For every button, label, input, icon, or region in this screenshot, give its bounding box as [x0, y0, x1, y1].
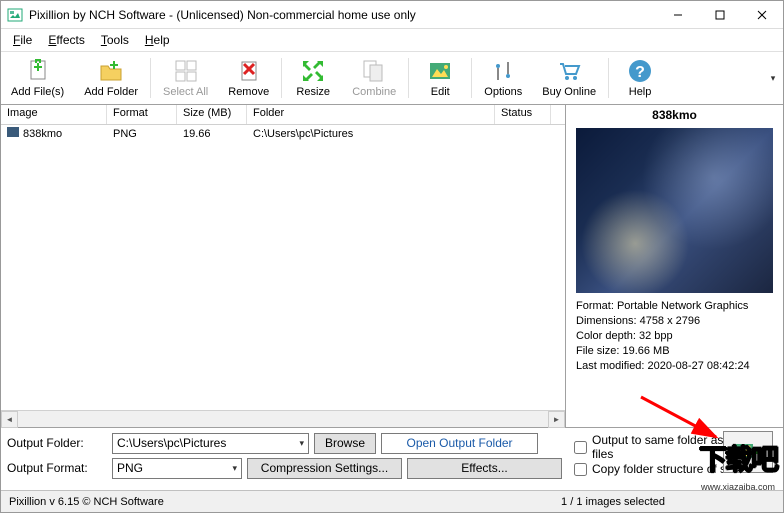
scroll-right-arrow[interactable]: ► [548, 411, 565, 428]
cart-icon [556, 58, 582, 84]
buy-online-button[interactable]: Buy Online [532, 52, 606, 104]
output-folder-label: Output Folder: [7, 436, 112, 450]
maximize-button[interactable] [699, 1, 741, 29]
window-title: Pixillion by NCH Software - (Unlicensed)… [29, 8, 657, 22]
statusbar: Pixillion v 6.15 © NCH Software 1 / 1 im… [1, 490, 783, 512]
compression-settings-button[interactable]: Compression Settings... [247, 458, 402, 479]
options-button[interactable]: Options [474, 52, 532, 104]
options-icon [490, 58, 516, 84]
open-output-folder-button[interactable]: Open Output Folder [381, 433, 538, 454]
col-folder[interactable]: Folder [247, 105, 495, 124]
meta-dimensions: Dimensions: 4758 x 2796 [576, 314, 773, 329]
minimize-button[interactable] [657, 1, 699, 29]
preview-filename: 838kmo [566, 105, 783, 128]
menu-help[interactable]: Help [137, 31, 178, 49]
svg-text:?: ? [635, 64, 645, 81]
toolbar: Add File(s) Add Folder Select All Remove… [1, 51, 783, 105]
menu-file[interactable]: File [5, 31, 40, 49]
remove-icon [236, 58, 262, 84]
add-folder-label: Add Folder [84, 86, 138, 98]
add-folder-icon [98, 58, 124, 84]
meta-depth: Color depth: 32 bpp [576, 329, 773, 344]
combine-icon [361, 58, 387, 84]
same-folder-checkbox[interactable] [574, 441, 587, 454]
app-icon [7, 7, 23, 23]
toolbar-separator [150, 58, 151, 98]
output-folder-value: C:\Users\pc\Pictures [117, 436, 226, 450]
toolbar-separator [471, 58, 472, 98]
add-files-button[interactable]: Add File(s) [1, 52, 74, 104]
cell-format: PNG [107, 128, 177, 140]
edit-icon [427, 58, 453, 84]
help-icon: ? [627, 58, 653, 84]
titlebar: Pixillion by NCH Software - (Unlicensed)… [1, 1, 783, 29]
col-size[interactable]: Size (MB) [177, 105, 247, 124]
toolbar-chevron[interactable]: ▾ [763, 52, 783, 104]
meta-format: Format: Portable Network Graphics [576, 299, 773, 314]
menu-tools[interactable]: Tools [93, 31, 137, 49]
options-label: Options [484, 86, 522, 98]
browse-button[interactable]: Browse [314, 433, 376, 454]
preview-panel: 838kmo Format: Portable Network Graphics… [566, 105, 783, 427]
help-button[interactable]: ? Help [611, 52, 669, 104]
add-files-label: Add File(s) [11, 86, 64, 98]
chevron-down-icon: ▾ [299, 438, 304, 449]
table-body[interactable]: 838kmo PNG 19.66 C:\Users\pc\Pictures [1, 125, 565, 410]
chevron-down-icon: ▾ [771, 73, 776, 84]
add-file-icon [25, 58, 51, 84]
resize-label: Resize [296, 86, 330, 98]
cell-size: 19.66 [177, 128, 247, 140]
status-selection: 1 / 1 images selected [561, 496, 775, 508]
combine-button[interactable]: Combine [342, 52, 406, 104]
effects-button[interactable]: Effects... [407, 458, 562, 479]
col-image[interactable]: Image [1, 105, 107, 124]
buy-online-label: Buy Online [542, 86, 596, 98]
edit-label: Edit [431, 86, 450, 98]
resize-icon [300, 58, 326, 84]
meta-filesize: File size: 19.66 MB [576, 344, 773, 359]
menu-effects[interactable]: Effects [40, 31, 92, 49]
output-format-label: Output Format: [7, 461, 112, 475]
edit-button[interactable]: Edit [411, 52, 469, 104]
copy-structure-checkbox[interactable] [574, 463, 587, 476]
help-label: Help [629, 86, 652, 98]
cell-folder: C:\Users\pc\Pictures [247, 128, 495, 140]
toolbar-separator [408, 58, 409, 98]
col-status[interactable]: Status [495, 105, 551, 124]
toolbar-separator [281, 58, 282, 98]
combine-label: Combine [352, 86, 396, 98]
scroll-left-arrow[interactable]: ◄ [1, 411, 18, 428]
preview-image [576, 128, 773, 293]
cell-image: 838kmo [1, 127, 107, 140]
col-format[interactable]: Format [107, 105, 177, 124]
add-folder-button[interactable]: Add Folder [74, 52, 148, 104]
toolbar-separator [608, 58, 609, 98]
output-format-combo[interactable]: PNG ▾ [112, 458, 242, 479]
table-row[interactable]: 838kmo PNG 19.66 C:\Users\pc\Pictures [1, 125, 565, 142]
close-button[interactable] [741, 1, 783, 29]
meta-modified: Last modified: 2020-08-27 08:42:24 [576, 359, 773, 374]
select-all-button[interactable]: Select All [153, 52, 218, 104]
remove-button[interactable]: Remove [218, 52, 279, 104]
resize-button[interactable]: Resize [284, 52, 342, 104]
file-list-panel: Image Format Size (MB) Folder Status 838… [1, 105, 566, 427]
chevron-down-icon: ▾ [232, 463, 237, 474]
main-area: Image Format Size (MB) Folder Status 838… [1, 105, 783, 428]
status-version: Pixillion v 6.15 © NCH Software [9, 496, 561, 508]
remove-label: Remove [228, 86, 269, 98]
output-format-value: PNG [117, 461, 143, 475]
watermark-overlay: 下载吧 [699, 438, 777, 478]
thumbnail-icon [7, 127, 19, 137]
output-folder-combo[interactable]: C:\Users\pc\Pictures ▾ [112, 433, 309, 454]
preview-metadata: Format: Portable Network Graphics Dimens… [566, 293, 783, 374]
horizontal-scrollbar[interactable]: ◄ ► [1, 410, 565, 427]
select-all-icon [173, 58, 199, 84]
menubar: File Effects Tools Help [1, 29, 783, 51]
table-header: Image Format Size (MB) Folder Status [1, 105, 565, 125]
select-all-label: Select All [163, 86, 208, 98]
